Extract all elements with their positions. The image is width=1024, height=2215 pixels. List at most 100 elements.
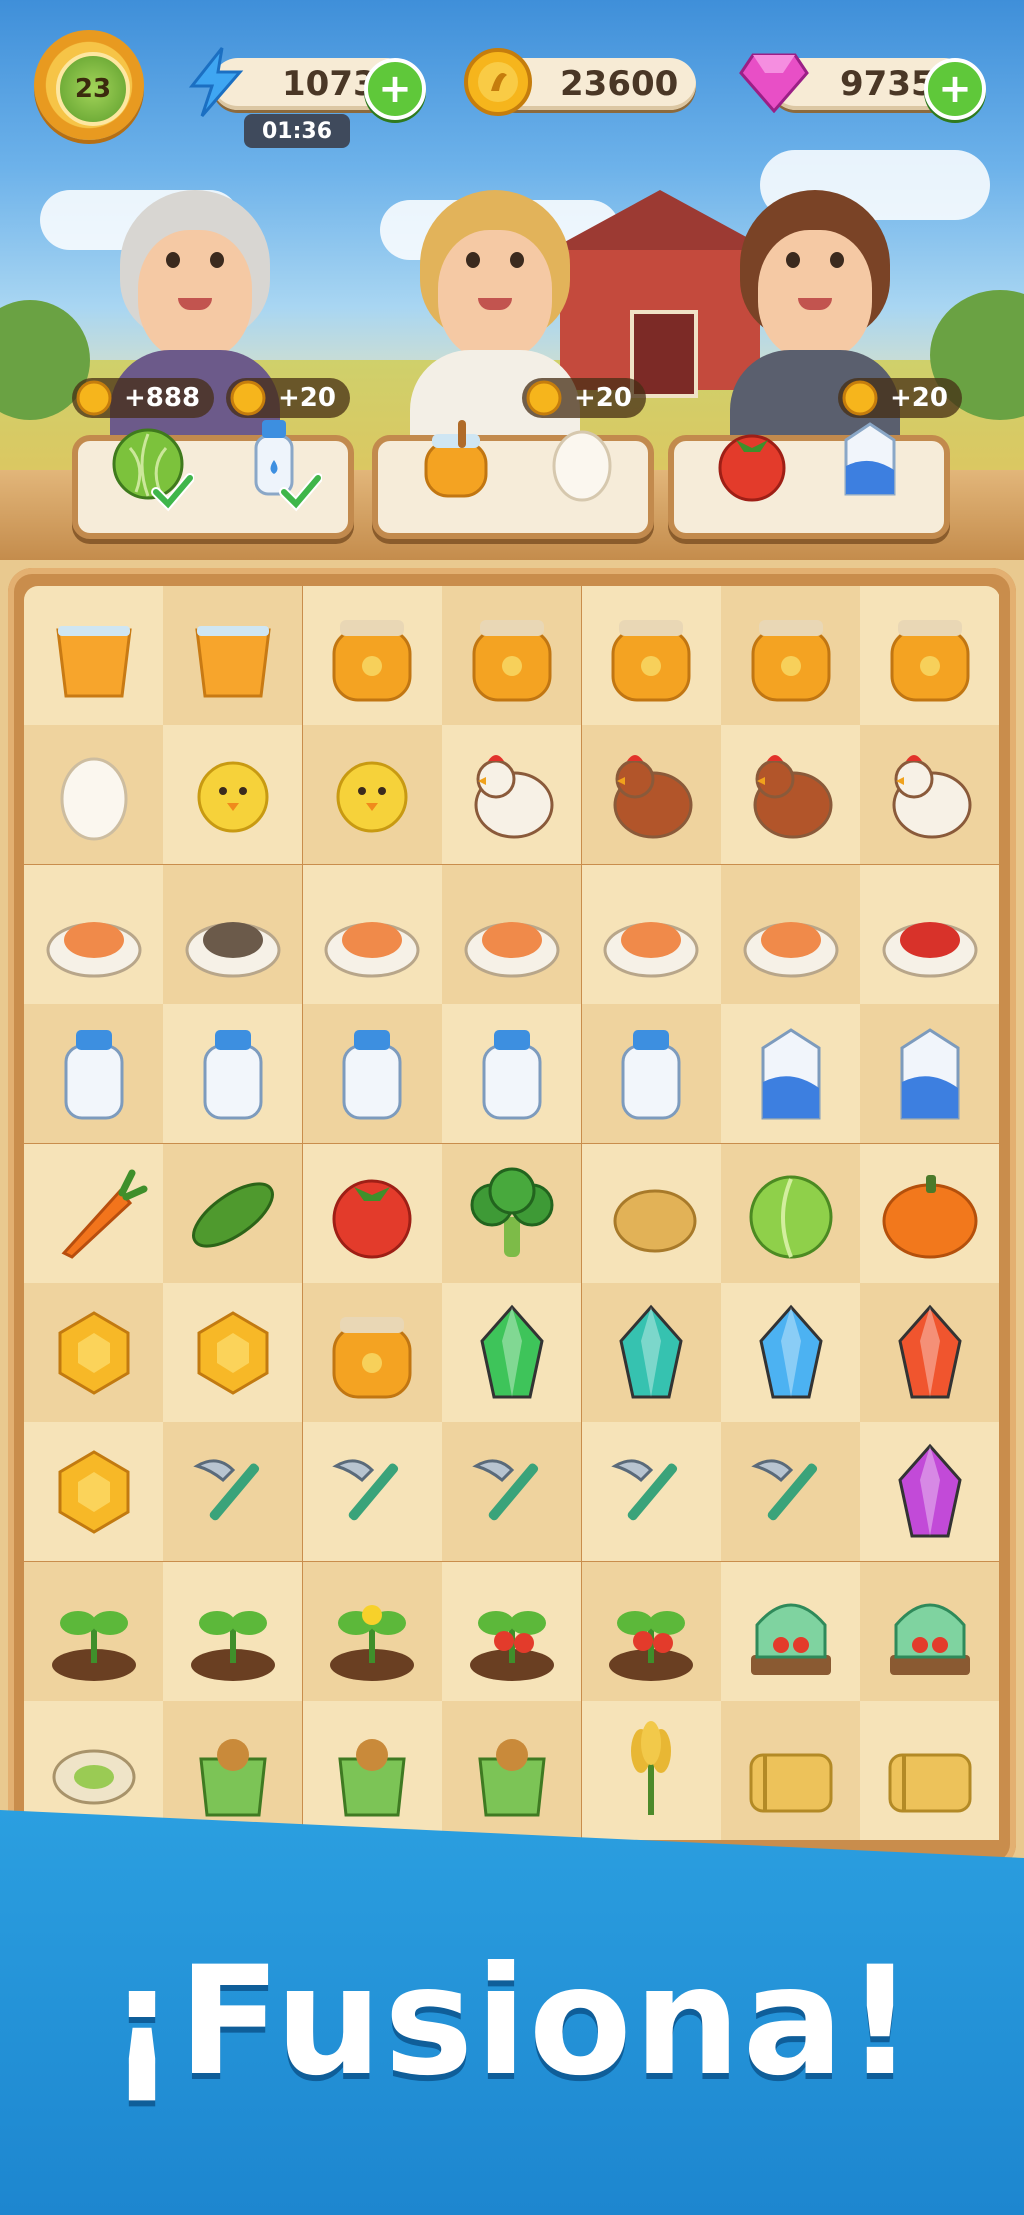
- board-cell[interactable]: [163, 1283, 303, 1422]
- board-cell[interactable]: [581, 1701, 721, 1841]
- cucumber-icon[interactable]: [177, 1157, 289, 1269]
- board-cell[interactable]: [24, 1422, 163, 1562]
- board-cell[interactable]: [302, 1004, 442, 1144]
- board-cell[interactable]: [581, 1283, 721, 1422]
- board-cell[interactable]: [860, 1422, 1000, 1562]
- board-cell[interactable]: [721, 1701, 860, 1841]
- board-cell[interactable]: [163, 864, 303, 1004]
- seedling-icon[interactable]: [177, 1575, 289, 1687]
- milk-glass-icon[interactable]: [38, 1018, 150, 1130]
- board-cell[interactable]: [721, 725, 860, 865]
- board-cell[interactable]: [163, 586, 303, 725]
- salmon-steak-plate-icon[interactable]: [456, 878, 568, 990]
- hoe-icon[interactable]: [456, 1436, 568, 1548]
- board-cell[interactable]: [581, 725, 721, 865]
- board-cell[interactable]: [302, 1561, 442, 1701]
- milk-carton-cow-icon[interactable]: [874, 1018, 986, 1130]
- potato-icon[interactable]: [595, 1157, 707, 1269]
- rooster-icon[interactable]: [595, 739, 707, 851]
- board-cell[interactable]: [581, 1143, 721, 1283]
- board-cell[interactable]: [163, 1004, 303, 1144]
- shrimp-plate-icon[interactable]: [316, 878, 428, 990]
- milk-jar-icon[interactable]: [595, 1018, 707, 1130]
- board-cell[interactable]: [860, 586, 1000, 725]
- board-cell[interactable]: [860, 1283, 1000, 1422]
- board-cell[interactable]: [442, 1701, 582, 1841]
- carrot-icon[interactable]: [38, 1157, 150, 1269]
- green-gem-icon[interactable]: [456, 1297, 568, 1409]
- board-cell[interactable]: [442, 1422, 582, 1562]
- board-cell[interactable]: [581, 1561, 721, 1701]
- board-cell[interactable]: [860, 725, 1000, 865]
- board-cell[interactable]: [581, 586, 721, 725]
- pineapple-jam-jar-icon[interactable]: [456, 600, 568, 712]
- board-cell[interactable]: [721, 586, 860, 725]
- pineapple-bowl-icon[interactable]: [316, 600, 428, 712]
- player-level-badge[interactable]: 23: [34, 30, 144, 140]
- hay-bale-icon[interactable]: [874, 1715, 986, 1827]
- board-cell[interactable]: [24, 586, 163, 725]
- board-cell[interactable]: [302, 586, 442, 725]
- board-cell[interactable]: [442, 725, 582, 865]
- grilled-fish-plate-icon[interactable]: [595, 878, 707, 990]
- rake-icon[interactable]: [735, 1436, 847, 1548]
- board-cell[interactable]: [860, 1701, 1000, 1841]
- board-cell[interactable]: [302, 864, 442, 1004]
- board-cell[interactable]: [860, 864, 1000, 1004]
- board-cell[interactable]: [721, 1143, 860, 1283]
- greenhouse-small-icon[interactable]: [735, 1575, 847, 1687]
- pineapple-jam-tagged-icon[interactable]: [595, 600, 707, 712]
- egg-icon[interactable]: [38, 739, 150, 851]
- add-energy-button[interactable]: +: [364, 58, 426, 120]
- chick-icon[interactable]: [316, 739, 428, 851]
- board-cell[interactable]: [581, 1004, 721, 1144]
- board-cell[interactable]: [442, 1561, 582, 1701]
- pumpkin-icon[interactable]: [874, 1157, 986, 1269]
- salmon-roe-bowl-icon[interactable]: [38, 878, 150, 990]
- egg-icon[interactable]: [540, 420, 624, 504]
- board-cell[interactable]: [442, 1004, 582, 1144]
- board-cell[interactable]: [721, 1283, 860, 1422]
- board-cell[interactable]: [163, 1422, 303, 1562]
- board-cell[interactable]: [442, 1283, 582, 1422]
- board-cell[interactable]: [302, 725, 442, 865]
- tomato-icon[interactable]: [710, 420, 794, 504]
- honey-barrel-icon[interactable]: [38, 1436, 150, 1548]
- board-cell[interactable]: [860, 1004, 1000, 1144]
- board-cell[interactable]: [581, 1422, 721, 1562]
- board-cell[interactable]: [24, 864, 163, 1004]
- sprout-icon[interactable]: [38, 1575, 150, 1687]
- juice-bowl-icon[interactable]: [177, 600, 289, 712]
- board-cell[interactable]: [860, 1143, 1000, 1283]
- shrimp-soup-icon[interactable]: [735, 878, 847, 990]
- fluffy-hen-icon[interactable]: [874, 739, 986, 851]
- jam-jar-cloth-icon[interactable]: [735, 600, 847, 712]
- board-cell[interactable]: [721, 1561, 860, 1701]
- board-cell[interactable]: [721, 1422, 860, 1562]
- board-cell[interactable]: [581, 864, 721, 1004]
- flowering-plant-icon[interactable]: [316, 1575, 428, 1687]
- hen-white-icon[interactable]: [456, 739, 568, 851]
- board-cell[interactable]: [24, 1561, 163, 1701]
- milk-corked-bottle-icon[interactable]: [456, 1018, 568, 1130]
- board-cell[interactable]: [163, 725, 303, 865]
- board-cell[interactable]: [163, 1143, 303, 1283]
- honey-jar-icon[interactable]: [414, 418, 498, 502]
- merge-board[interactable]: [24, 586, 1000, 1856]
- board-cell[interactable]: [442, 864, 582, 1004]
- board-cell[interactable]: [442, 1143, 582, 1283]
- board-cell[interactable]: [721, 1004, 860, 1144]
- milk-bottle-icon[interactable]: [316, 1018, 428, 1130]
- board-cell[interactable]: [302, 1422, 442, 1562]
- hay-roll-icon[interactable]: [735, 1715, 847, 1827]
- basket-icon[interactable]: [456, 1715, 568, 1827]
- juice-glass-icon[interactable]: [38, 600, 150, 712]
- board-cell[interactable]: [24, 1004, 163, 1144]
- board-cell[interactable]: [442, 586, 582, 725]
- board-cell[interactable]: [721, 864, 860, 1004]
- add-gems-button[interactable]: +: [924, 58, 986, 120]
- board-cell[interactable]: [24, 725, 163, 865]
- seed-bag-small-icon[interactable]: [177, 1715, 289, 1827]
- teal-crystal-icon[interactable]: [595, 1297, 707, 1409]
- board-cell[interactable]: [302, 1143, 442, 1283]
